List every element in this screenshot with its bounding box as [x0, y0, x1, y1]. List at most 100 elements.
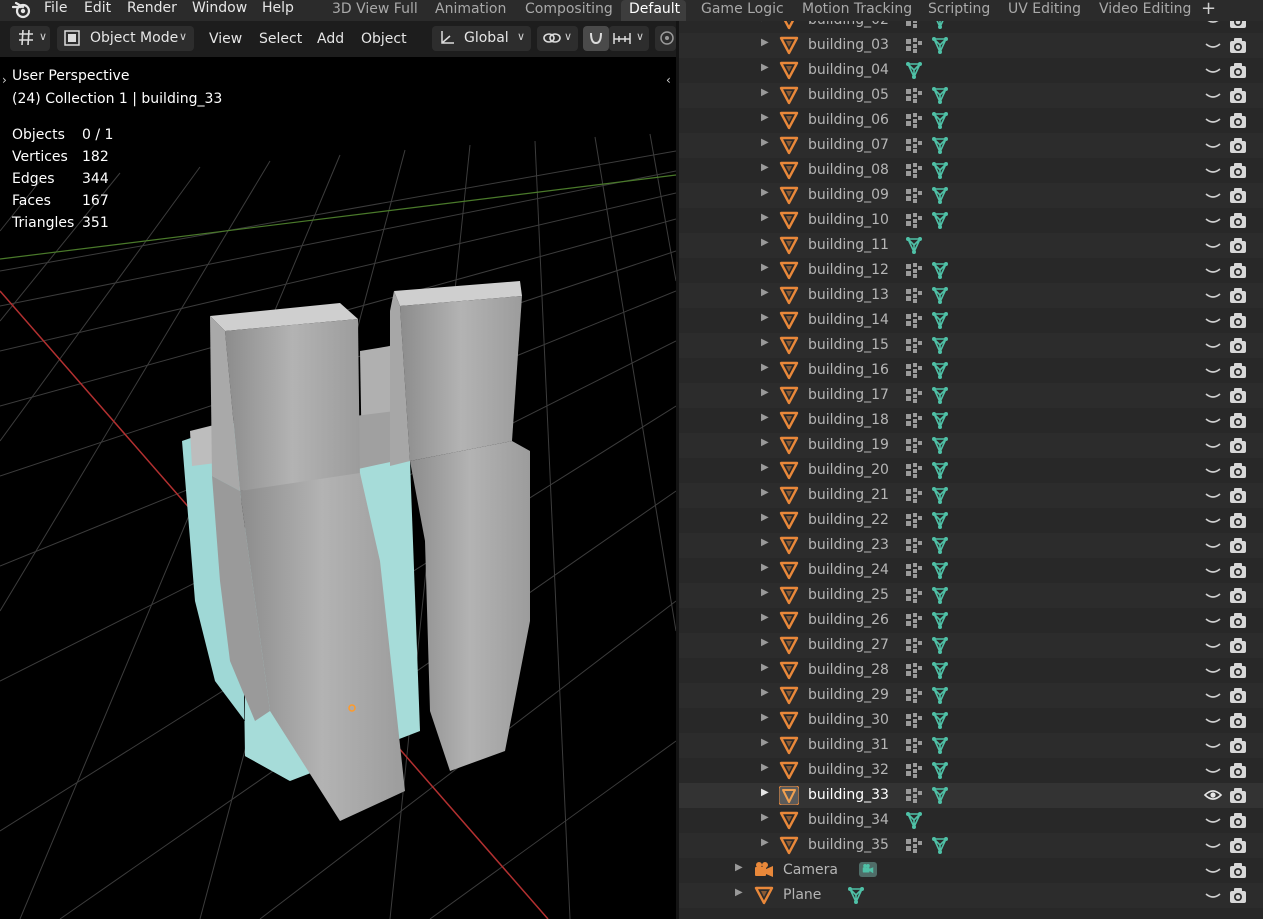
camera-render-icon[interactable]	[1229, 62, 1247, 79]
eye-closed-icon[interactable]	[1203, 312, 1223, 328]
outliner-row[interactable]: ▶ building_15	[679, 333, 1263, 358]
disclosure-triangle-icon[interactable]: ▶	[761, 537, 769, 548]
camera-render-icon[interactable]	[1229, 162, 1247, 179]
object-name[interactable]: building_22	[808, 511, 889, 529]
eye-closed-icon[interactable]	[1203, 637, 1223, 653]
camera-render-icon[interactable]	[1229, 112, 1247, 129]
disclosure-triangle-icon[interactable]: ▶	[761, 412, 769, 423]
disclosure-triangle-icon[interactable]: ▶	[761, 337, 769, 348]
object-name[interactable]: building_13	[808, 286, 889, 304]
camera-render-icon[interactable]	[1229, 262, 1247, 279]
object-name[interactable]: building_24	[808, 561, 889, 579]
disclosure-triangle-icon[interactable]: ▶	[761, 612, 769, 623]
camera-render-icon[interactable]	[1229, 562, 1247, 579]
outliner-row[interactable]: ▶ building_34	[679, 808, 1263, 833]
camera-render-icon[interactable]	[1229, 387, 1247, 404]
outliner-row[interactable]: ▶ building_10	[679, 208, 1263, 233]
menu-add[interactable]: Add	[317, 27, 344, 51]
disclosure-triangle-icon[interactable]: ▶	[761, 237, 769, 248]
object-name[interactable]: building_25	[808, 586, 889, 604]
disclosure-triangle-icon[interactable]: ▶	[761, 362, 769, 373]
disclosure-triangle-icon[interactable]: ▶	[761, 662, 769, 673]
object-name[interactable]: building_07	[808, 136, 889, 154]
disclosure-triangle-icon[interactable]: ▶	[761, 637, 769, 648]
outliner-row[interactable]: ▶ building_26	[679, 608, 1263, 633]
outliner-row[interactable]: ▶ building_18	[679, 408, 1263, 433]
menu-select[interactable]: Select	[259, 27, 302, 51]
camera-render-icon[interactable]	[1229, 887, 1247, 904]
outliner-row[interactable]: ▶ building_22	[679, 508, 1263, 533]
snap-toggle[interactable]	[583, 26, 609, 51]
disclosure-triangle-icon[interactable]: ▶	[761, 262, 769, 273]
blender-logo-icon[interactable]	[12, 1, 32, 19]
3d-viewport[interactable]: ∨ Object Mode ∨ View Select Add Object G…	[0, 21, 676, 919]
disclosure-triangle-icon[interactable]: ▶	[761, 21, 769, 23]
eye-closed-icon[interactable]	[1203, 162, 1223, 178]
object-name[interactable]: building_32	[808, 761, 889, 779]
eye-closed-icon[interactable]	[1203, 237, 1223, 253]
eye-closed-icon[interactable]	[1203, 387, 1223, 403]
object-name[interactable]: building_31	[808, 736, 889, 754]
disclosure-triangle-icon[interactable]: ▶	[735, 862, 743, 873]
outliner-panel[interactable]: ▶ building_02 ▶ building_03 ▶ building_04 ▶ bui…	[679, 21, 1263, 919]
outliner-row[interactable]: ▶ building_11	[679, 233, 1263, 258]
eye-closed-icon[interactable]	[1203, 737, 1223, 753]
camera-render-icon[interactable]	[1229, 287, 1247, 304]
object-name[interactable]: building_17	[808, 386, 889, 404]
sidebar-expand-arrow[interactable]: ‹	[666, 73, 671, 87]
camera-render-icon[interactable]	[1229, 212, 1247, 229]
disclosure-triangle-icon[interactable]: ▶	[761, 687, 769, 698]
outliner-row[interactable]: ▶ building_05	[679, 83, 1263, 108]
disclosure-triangle-icon[interactable]: ▶	[761, 487, 769, 498]
disclosure-triangle-icon[interactable]: ▶	[761, 387, 769, 398]
object-name[interactable]: building_03	[808, 36, 889, 54]
menu-edit[interactable]: Edit	[84, 0, 111, 21]
outliner-row[interactable]: ▶ building_33	[679, 783, 1263, 808]
outliner-row[interactable]: ▶ building_21	[679, 483, 1263, 508]
outliner-row[interactable]: ▶ Camera	[679, 858, 1263, 883]
object-name[interactable]: building_33	[808, 786, 889, 804]
pivot-point-dropdown[interactable]: ∨	[537, 26, 578, 51]
outliner-row[interactable]: ▶ building_31	[679, 733, 1263, 758]
object-name[interactable]: building_23	[808, 536, 889, 554]
outliner-row[interactable]: ▶ building_12	[679, 258, 1263, 283]
menu-render[interactable]: Render	[127, 0, 177, 21]
tab-uv-editing[interactable]: UV Editing	[1000, 0, 1089, 21]
object-name[interactable]: building_28	[808, 661, 889, 679]
outliner-row[interactable]: ▶ building_32	[679, 758, 1263, 783]
eye-closed-icon[interactable]	[1203, 287, 1223, 303]
outliner-row[interactable]: ▶ building_07	[679, 133, 1263, 158]
outliner-row[interactable]: ▶ building_35	[679, 833, 1263, 858]
eye-closed-icon[interactable]	[1203, 112, 1223, 128]
disclosure-triangle-icon[interactable]: ▶	[761, 562, 769, 573]
object-name[interactable]: building_05	[808, 86, 889, 104]
disclosure-triangle-icon[interactable]: ▶	[761, 212, 769, 223]
menu-window[interactable]: Window	[192, 0, 247, 21]
object-name[interactable]: building_29	[808, 686, 889, 704]
object-name[interactable]: Plane	[783, 886, 821, 904]
outliner-row[interactable]: ▶ building_19	[679, 433, 1263, 458]
tab-motion-tracking[interactable]: Motion Tracking	[794, 0, 920, 21]
disclosure-triangle-icon[interactable]: ▶	[761, 512, 769, 523]
camera-render-icon[interactable]	[1229, 312, 1247, 329]
eye-closed-icon[interactable]	[1203, 437, 1223, 453]
object-name[interactable]: building_04	[808, 61, 889, 79]
camera-render-icon[interactable]	[1229, 187, 1247, 204]
transform-orientation-dropdown[interactable]: Global ∨	[432, 26, 531, 51]
object-name[interactable]: building_35	[808, 836, 889, 854]
object-name[interactable]: building_30	[808, 711, 889, 729]
object-name[interactable]: building_21	[808, 486, 889, 504]
eye-closed-icon[interactable]	[1203, 837, 1223, 853]
eye-closed-icon[interactable]	[1203, 212, 1223, 228]
disclosure-triangle-icon[interactable]: ▶	[761, 587, 769, 598]
object-name[interactable]: Camera	[783, 861, 838, 879]
disclosure-triangle-icon[interactable]: ▶	[761, 837, 769, 848]
eye-closed-icon[interactable]	[1203, 462, 1223, 478]
camera-render-icon[interactable]	[1229, 537, 1247, 554]
outliner-row[interactable]: ▶ building_24	[679, 558, 1263, 583]
camera-render-icon[interactable]	[1229, 137, 1247, 154]
object-name[interactable]: building_18	[808, 411, 889, 429]
disclosure-triangle-icon[interactable]: ▶	[761, 162, 769, 173]
object-name[interactable]: building_16	[808, 361, 889, 379]
outliner-row[interactable]: ▶ building_23	[679, 533, 1263, 558]
